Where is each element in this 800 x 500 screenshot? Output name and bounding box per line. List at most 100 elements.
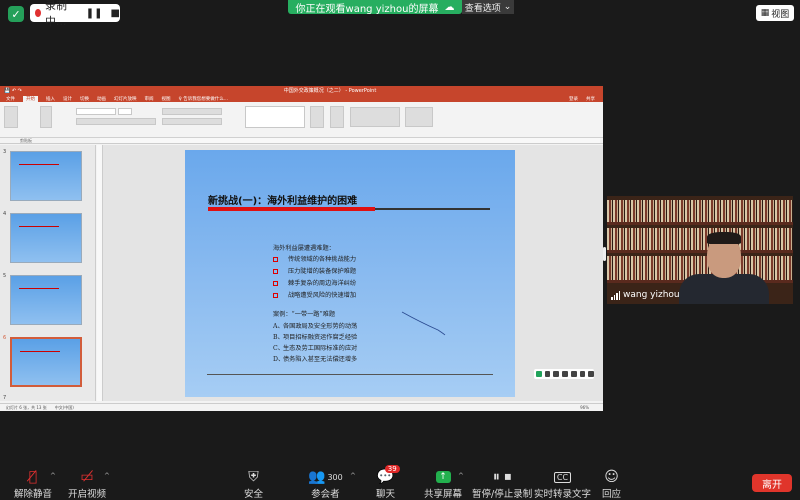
view-button[interactable]: ▦ 视图 [756, 5, 794, 21]
slide-thumbnail-selected[interactable] [10, 337, 82, 387]
font-size-input[interactable] [118, 108, 132, 115]
arrange-button[interactable] [310, 106, 324, 128]
quick-access-toolbar[interactable]: 💾 ↶ ↷ [4, 88, 22, 94]
grid-menu-icon[interactable] [588, 371, 595, 377]
case-item: D、债务陷入甚至无法偿还增多 [273, 354, 357, 363]
tab-design[interactable]: 设计 [63, 96, 72, 102]
ppt-window-title: 中国外交政策概况（之二） - PowerPoint [283, 88, 377, 94]
case-letter: A、 [273, 323, 284, 330]
view-options-button[interactable]: 查看选项 ⌄ [462, 0, 514, 14]
tab-insert[interactable]: 插入 [46, 96, 55, 102]
slide-thumbnail[interactable] [10, 275, 82, 325]
security-shield-icon[interactable]: ✓ [8, 6, 24, 22]
section-clipboard: 剪贴板 [20, 138, 32, 143]
emoji-icon[interactable] [553, 371, 560, 377]
mic-icon[interactable] [562, 371, 568, 377]
unmute-label: 解除静音 [14, 489, 53, 500]
paste-button[interactable] [4, 106, 18, 128]
chat-icon: 💬 39 [377, 465, 400, 486]
slide-thumbnail[interactable] [10, 151, 82, 201]
bullet-item: 棘手复杂的周边海洋纠纷 [273, 278, 356, 287]
participants-button[interactable]: 👥 300 参会者 [308, 468, 343, 500]
share-screen-button[interactable]: ↑ 共享屏幕 [424, 468, 462, 500]
mic-muted-icon: 🎙̸ [28, 469, 38, 485]
bullet-box-icon [273, 257, 278, 262]
tab-review[interactable]: 审阅 [145, 96, 154, 102]
bullet-text: 传统领域的各种挑战能力 [288, 256, 357, 263]
font-name-input[interactable] [76, 108, 116, 115]
record-label: 暂停/停止录制 [472, 489, 533, 500]
case-text: 债务陷入甚至无法偿还增多 [283, 356, 358, 363]
unmute-button[interactable]: 🎙̸ 解除静音 [14, 468, 52, 500]
quick-styles-button[interactable] [330, 106, 344, 128]
tell-me-box[interactable]: ♀ 告诉我您想要做什么... [179, 96, 229, 102]
editing-buttons[interactable] [405, 107, 433, 127]
horizontal-ruler [100, 138, 600, 144]
zoom-control-bar: 🎙̸ 解除静音 ^ ▭̸ 开启视频 ^ ⛨ 安全 👥 300 参会者 ^ 💬 39 … [0, 465, 800, 500]
slide-thumbnail-pane: 3 4 5 6 7 [0, 145, 96, 401]
case-letter: C、 [273, 345, 284, 352]
chevron-up-icon[interactable]: ^ [350, 472, 356, 480]
screen-share-banner: 你正在观看wang yizhou的屏幕 ☁ [288, 0, 462, 15]
slide-footer-line [207, 374, 493, 375]
tab-animations[interactable]: 动画 [97, 96, 106, 102]
pause-stop-recording-button[interactable]: ⏸ ⏹ 暂停/停止录制 [472, 468, 532, 500]
align-buttons[interactable] [162, 118, 222, 125]
participants-count: 300 [327, 472, 343, 482]
record-dot-icon [35, 9, 42, 17]
live-transcript-button[interactable]: CC 实时转录文字 [534, 468, 591, 500]
vertical-ruler [97, 145, 103, 401]
start-video-button[interactable]: ▭̸ 开启视频 [68, 468, 106, 500]
grid-icon: ▦ [760, 8, 770, 18]
video-resize-handle[interactable] [603, 247, 606, 261]
chevron-up-icon[interactable]: ^ [104, 472, 110, 480]
keyboard-icon[interactable] [570, 371, 577, 377]
shape-format-buttons[interactable] [350, 107, 400, 127]
mode-icon[interactable] [544, 371, 551, 377]
case-item: A、各国政局及安全形势的动荡 [273, 321, 357, 330]
cloud-icon: ☁ [444, 1, 455, 13]
people-icon: 👥 300 [308, 469, 343, 485]
chevron-up-icon[interactable]: ^ [50, 472, 56, 480]
skin-icon[interactable] [579, 371, 586, 377]
tab-view[interactable]: 视图 [162, 96, 171, 102]
case-letter: D、 [273, 356, 285, 363]
paragraph-buttons[interactable] [162, 108, 222, 115]
zoom-level[interactable]: 96% [580, 405, 589, 410]
cc-icon: CC [553, 468, 572, 486]
case-item: B、项目招标融资运作腐乏经验 [273, 332, 357, 341]
tab-home[interactable]: 开始 [23, 95, 38, 102]
chat-button[interactable]: 💬 39 聊天 [376, 465, 400, 500]
stop-icon[interactable]: ■ [111, 8, 120, 19]
font-format-buttons[interactable] [76, 118, 156, 125]
leave-button[interactable]: 离开 [752, 474, 792, 492]
ppt-status-bar: 幻灯片 6 张，共 13 张 中文(中国) 96% [0, 403, 603, 411]
new-slide-button[interactable] [40, 106, 52, 128]
shapes-gallery[interactable] [245, 106, 305, 128]
participant-video[interactable]: wang yizhou [607, 196, 793, 304]
slide-thumbnail[interactable] [10, 213, 82, 263]
title-underline-dark [375, 208, 490, 210]
login-link[interactable]: 登录 [569, 96, 578, 102]
chat-badge: 39 [384, 465, 400, 473]
language-status: 中文(中国) [54, 404, 74, 410]
tab-transitions[interactable]: 切换 [80, 96, 89, 102]
tab-file[interactable]: 文件 [6, 96, 15, 102]
ppt-ribbon [0, 102, 603, 138]
share-link[interactable]: 共享 [586, 96, 595, 102]
annotation-toolbar[interactable] [534, 369, 595, 379]
recording-indicator[interactable]: 录制中... ❚❚ ■ [30, 0, 120, 28]
tab-slideshow[interactable]: 幻灯片放映 [114, 96, 137, 102]
view-options-label: 查看选项 [464, 3, 501, 14]
bullet-text: 棘手复杂的周边海洋纠纷 [288, 280, 357, 287]
bullet-text: 压力陡增的装备保护难题 [288, 268, 357, 275]
sogou-input-icon[interactable] [536, 371, 542, 377]
title-underline-red [208, 207, 375, 211]
pause-icon[interactable]: ❚❚ [86, 8, 103, 19]
current-slide[interactable]: 新挑战(一)：海外利益维护的困难 海外利益屡遭遇难题： 传统领域的各种挑战能力 … [185, 150, 515, 397]
reactions-button[interactable]: ☺ 回应 [602, 468, 621, 500]
security-button[interactable]: ⛨ 安全 [244, 468, 263, 500]
chevron-up-icon[interactable]: ^ [458, 472, 464, 480]
shield-icon: ⛨ [248, 469, 259, 485]
case-text: 各国政局及安全形势的动荡 [283, 323, 358, 330]
